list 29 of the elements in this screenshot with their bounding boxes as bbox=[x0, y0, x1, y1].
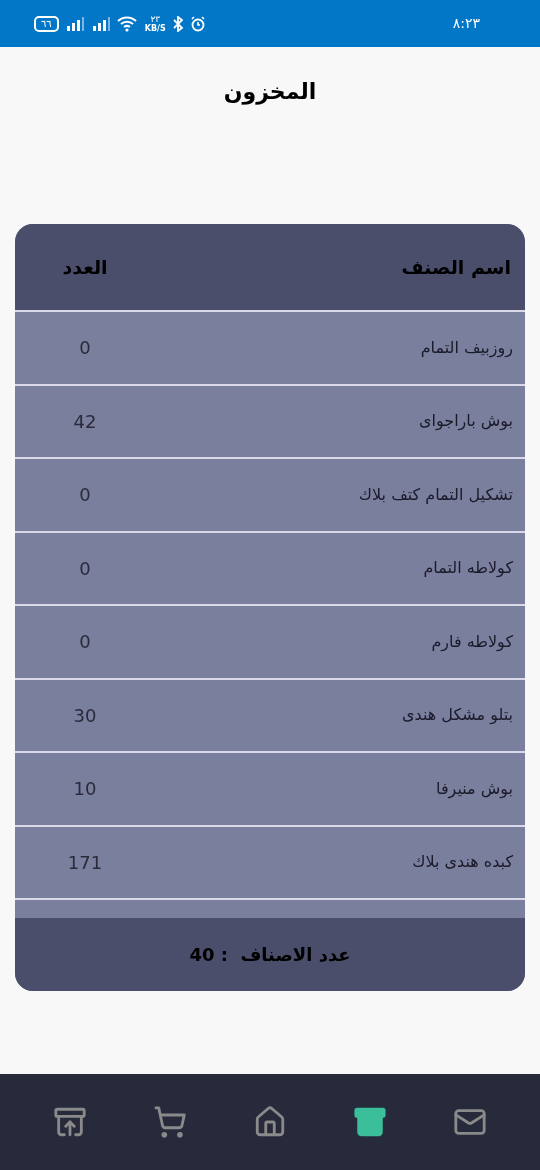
battery-icon: ٦٦ bbox=[34, 15, 59, 32]
item-count: عدد الاصناف : 40 bbox=[189, 943, 351, 967]
bluetooth-icon bbox=[171, 15, 184, 32]
clock-time: ٨:٢٣ bbox=[452, 14, 480, 33]
column-header: العدد bbox=[61, 254, 109, 280]
table-cell-text: بوش باراجواى bbox=[418, 410, 514, 433]
speed-unit: KB/S bbox=[144, 23, 166, 33]
table-cell-text: كبده هندى بلاك bbox=[411, 851, 514, 874]
table-cell-text: 10 bbox=[72, 777, 98, 802]
table-cell-text: 30 bbox=[72, 703, 98, 728]
table-cell-text: روزبيف التمام bbox=[419, 336, 514, 360]
table-cell-text: تشكيل التمام كتف بلاك bbox=[357, 483, 514, 506]
table-cell-text: 0 bbox=[78, 336, 92, 361]
table-cell-text: 42 bbox=[72, 409, 98, 434]
table-cell-text: 0 bbox=[78, 556, 92, 581]
wifi-icon bbox=[116, 15, 139, 32]
table-cell-text: 171 bbox=[66, 850, 104, 875]
table-cell-text: بوش منيرفا bbox=[435, 777, 514, 801]
page-title: المخزون bbox=[223, 78, 317, 107]
table-cell-text: بتلو مشكل هندى bbox=[401, 704, 514, 727]
signal-icon bbox=[64, 15, 85, 32]
table-cell-text: 0 bbox=[78, 630, 92, 655]
table-cell-text: كولاطه التمام bbox=[422, 557, 514, 580]
table-cell-text: 0 bbox=[78, 483, 92, 508]
column-header: اسم الصنف bbox=[400, 254, 512, 280]
speed-value: ٢٣ bbox=[150, 14, 161, 24]
alarm-icon bbox=[189, 15, 206, 32]
table-cell-text: كولاطه فارم bbox=[430, 630, 514, 654]
signal-icon bbox=[90, 15, 111, 32]
